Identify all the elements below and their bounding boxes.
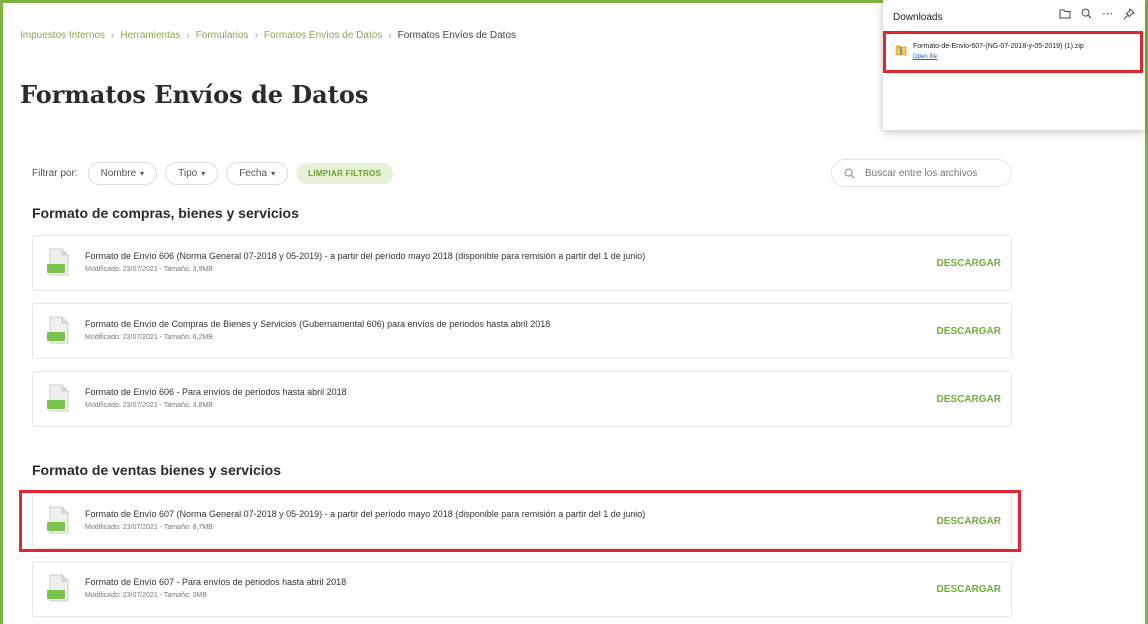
search-input[interactable] — [863, 166, 997, 180]
downloads-panel: Downloads ⋯ Formato-de-Envio-607-(NG-07-… — [883, 0, 1145, 130]
downloads-title: Downloads — [893, 12, 943, 23]
filter-fecha-label: Fecha — [239, 167, 268, 179]
search-icon[interactable] — [1081, 8, 1092, 19]
breadcrumb-formularios[interactable]: Formularios — [196, 30, 249, 41]
file-card: Formato de Envío 607 - Para envíos de pe… — [32, 561, 1012, 617]
breadcrumb-herramientas[interactable]: Herramientas — [120, 30, 180, 41]
file-name: Formato de Envío 606 - Para envíos de pe… — [85, 387, 347, 397]
filter-nombre-label: Nombre — [100, 167, 137, 179]
filter-nombre-dropdown[interactable]: Nombre ▾ — [87, 161, 158, 185]
file-card: Formato de Envío 606 (Norma General 07-2… — [32, 235, 1012, 291]
caret-down-icon: ▾ — [271, 168, 276, 178]
caret-down-icon: ▾ — [140, 168, 145, 178]
download-button[interactable]: DESCARGAR — [937, 584, 1001, 595]
download-highlight-box — [883, 31, 1143, 73]
file-card: Formato de Envío 606 - Para envíos de pe… — [32, 371, 1012, 427]
download-button[interactable]: DESCARGAR — [937, 394, 1001, 405]
breadcrumb-separator: › — [111, 30, 115, 41]
file-name: Formato de Envío 607 - Para envíos de pe… — [85, 577, 347, 587]
filter-label: Filtrar por: — [32, 167, 78, 179]
file-meta: Modificado: 23/07/2021 - Tamaño: 3,8MB — [85, 402, 213, 409]
file-card: Formato de Envío de Compras de Bienes y … — [32, 303, 1012, 359]
breadcrumb-current: Formatos Envíos de Datos — [397, 30, 517, 41]
section-title-ventas: Formato de ventas bienes y servicios — [32, 462, 281, 478]
file-meta: Modificado: 23/07/2021 - Tamaño: 3MB — [85, 592, 208, 599]
zip-file-icon — [47, 248, 69, 276]
download-button[interactable]: DESCARGAR — [937, 326, 1001, 337]
filter-tipo-dropdown[interactable]: Tipo ▾ — [165, 161, 219, 185]
downloads-toolbar: ⋯ — [1059, 7, 1135, 20]
filter-fecha-dropdown[interactable]: Fecha ▾ — [226, 161, 289, 185]
breadcrumb-separator: › — [254, 30, 258, 41]
zip-file-icon — [47, 574, 69, 602]
search-box[interactable] — [831, 159, 1012, 187]
highlight-box — [19, 490, 1021, 552]
filter-bar: Filtrar por: Nombre ▾ Tipo ▾ Fecha ▾ LIMPIA… — [32, 160, 394, 186]
file-name: Formato de Envío 606 (Norma General 07-2… — [85, 251, 646, 261]
breadcrumb-formatos-envios[interactable]: Formatos Envíos de Datos — [264, 30, 382, 41]
clear-filters-button[interactable]: LIMPIAR FILTROS — [296, 162, 394, 184]
more-icon[interactable]: ⋯ — [1102, 7, 1113, 20]
file-meta: Modificado: 23/07/2021 - Tamaño: 3,9MB — [85, 266, 213, 273]
filter-tipo-label: Tipo — [178, 167, 198, 179]
breadcrumb-impuestos-internos[interactable]: Impuestos Internos — [20, 30, 105, 41]
zip-file-icon — [47, 384, 69, 412]
search-icon — [844, 168, 855, 179]
file-meta: Modificado: 23/07/2021 - Tamaño: 6,2MB — [85, 334, 213, 341]
pin-icon[interactable] — [1123, 7, 1135, 20]
file-name: Formato de Envío de Compras de Bienes y … — [85, 319, 551, 329]
breadcrumb-separator: › — [388, 30, 392, 41]
download-button[interactable]: DESCARGAR — [937, 258, 1001, 269]
page-title: Formatos Envíos de Datos — [20, 80, 369, 109]
zip-file-icon — [47, 316, 69, 344]
caret-down-icon: ▾ — [201, 168, 206, 178]
breadcrumb-separator: › — [186, 30, 190, 41]
breadcrumb: Impuestos Internos › Herramientas › Formular… — [20, 30, 516, 41]
section-title-compras: Formato de compras, bienes y servicios — [32, 205, 299, 221]
folder-icon[interactable] — [1059, 8, 1071, 19]
